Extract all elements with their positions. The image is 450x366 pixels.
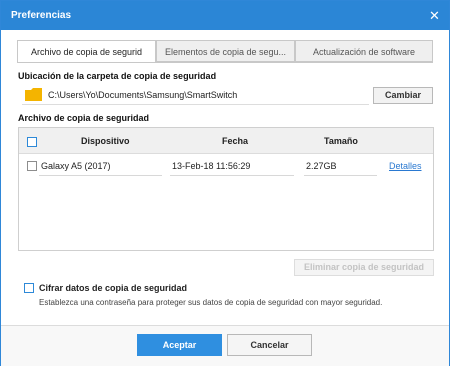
cancel-button[interactable]: Cancelar (227, 334, 312, 356)
size-column-header: Tamaño (324, 136, 358, 146)
change-folder-button[interactable]: Cambiar (373, 87, 433, 104)
backup-date: 13-Feb-18 11:56:29 (172, 161, 251, 171)
tab-backup-file[interactable]: Archivo de copia de segurid (17, 40, 156, 63)
date-column-header: Fecha (222, 136, 249, 146)
table-header: Dispositivo Fecha Tamaño (19, 128, 433, 154)
details-link[interactable]: Detalles (389, 161, 422, 171)
select-all-checkbox[interactable] (27, 137, 37, 147)
delete-backup-button[interactable]: Eliminar copia de seguridad (294, 259, 434, 276)
path-divider (22, 104, 369, 105)
backup-folder-path: C:\Users\Yo\Documents\Samsung\SmartSwitc… (48, 90, 238, 100)
device-cell-divider (39, 175, 162, 176)
encrypt-backup-checkbox[interactable] (24, 283, 34, 293)
accept-button[interactable]: Aceptar (137, 334, 222, 356)
size-cell-divider (304, 175, 377, 176)
folder-icon (25, 88, 42, 101)
row-checkbox[interactable] (27, 161, 37, 171)
device-column-header: Dispositivo (81, 136, 130, 146)
backup-files-table: Dispositivo Fecha Tamaño Galaxy A5 (2017… (18, 127, 434, 251)
encrypt-description: Establezca una contraseña para proteger … (39, 298, 383, 307)
backup-size: 2.27GB (306, 161, 337, 171)
title-bar: Preferencias ✕ (1, 1, 449, 30)
close-icon[interactable]: ✕ (427, 8, 442, 23)
backup-folder-label: Ubicación de la carpeta de copia de segu… (18, 71, 217, 81)
dialog-footer: Aceptar Cancelar (1, 325, 449, 366)
preferences-window: Preferencias ✕ Archivo de copia de segur… (0, 0, 450, 366)
device-name: Galaxy A5 (2017) (41, 161, 111, 171)
backup-file-label: Archivo de copia de seguridad (18, 113, 150, 123)
encrypt-backup-label: Cifrar datos de copia de seguridad (39, 283, 188, 293)
tab-software-update[interactable]: Actualización de software (295, 40, 433, 62)
date-cell-divider (170, 175, 294, 176)
tab-backup-items[interactable]: Elementos de copia de segu... (156, 40, 295, 62)
window-title: Preferencias (11, 10, 72, 21)
